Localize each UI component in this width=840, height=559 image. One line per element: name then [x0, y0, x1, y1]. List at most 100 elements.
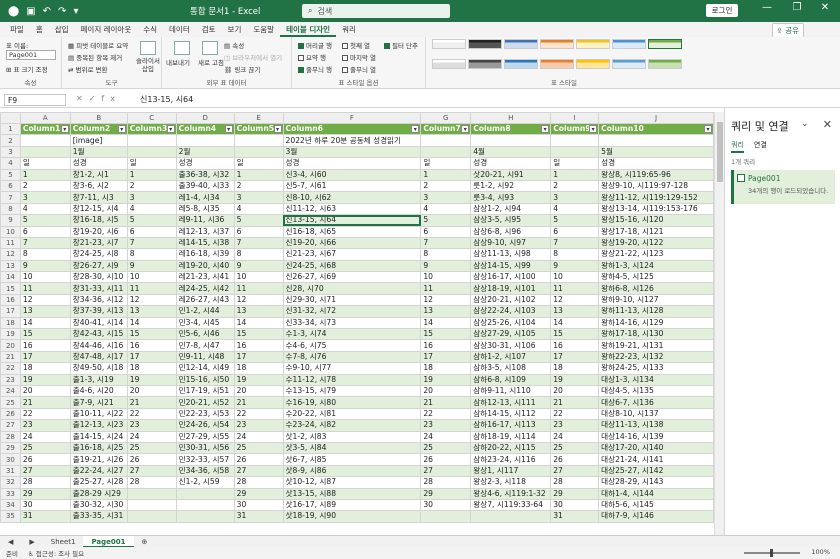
- table-cell[interactable]: 12: [420, 293, 472, 307]
- table-cell[interactable]: 신16-18, 시65: [282, 225, 422, 238]
- table-cell[interactable]: 창49-50, 시18: [69, 362, 128, 375]
- table-cell[interactable]: 2: [420, 179, 472, 193]
- table-cell[interactable]: 대상21-24, 시141: [598, 453, 714, 466]
- row-header[interactable]: 31: [0, 464, 21, 478]
- table-cell[interactable]: 삼상18-19, 시101: [470, 282, 552, 295]
- table-cell[interactable]: 삿10-12, 시87: [282, 476, 422, 489]
- tab-7[interactable]: 보기: [222, 22, 248, 37]
- table-cell[interactable]: 26: [233, 453, 284, 466]
- table-cell[interactable]: 삼상11-13, 시98: [470, 248, 552, 261]
- table-cell[interactable]: 대상1-3, 시134: [598, 373, 714, 387]
- table-cell[interactable]: 왕상11-12, 시119:129-152: [598, 191, 714, 204]
- table-cell[interactable]: 18: [19, 362, 71, 375]
- table-cell[interactable]: 10: [420, 271, 472, 284]
- table-cell[interactable]: 수16-19, 시80: [282, 396, 422, 409]
- table-cell[interactable]: 성경: [470, 157, 552, 170]
- table-cell[interactable]: 대상28-29, 시143: [598, 476, 714, 489]
- table-cell[interactable]: 26: [420, 453, 472, 466]
- table-cell[interactable]: [126, 145, 177, 159]
- column-header[interactable]: D: [175, 112, 235, 124]
- table-header-cell[interactable]: Column6 ▾: [282, 122, 422, 136]
- table-cell[interactable]: 25: [233, 441, 284, 455]
- table-style-swatch[interactable]: [504, 59, 538, 69]
- table-cell[interactable]: 13: [126, 305, 177, 318]
- row-header[interactable]: 5: [0, 168, 21, 181]
- filter-dropdown-icon[interactable]: ▾: [273, 125, 282, 133]
- table-cell[interactable]: 1: [420, 168, 472, 181]
- cancel-icon[interactable]: ✕: [76, 94, 89, 103]
- table-cell[interactable]: 30: [233, 498, 284, 512]
- table-cell[interactable]: 레21-23, 시41: [175, 271, 235, 284]
- table-header-cell[interactable]: Column9 ▾: [550, 122, 600, 136]
- unlink-button[interactable]: ⛓ 링크 끊기: [224, 64, 260, 74]
- table-cell[interactable]: [598, 134, 714, 147]
- table-cell[interactable]: 25: [19, 441, 71, 455]
- table-cell[interactable]: 1: [19, 168, 71, 181]
- nav-left-icon[interactable]: ◀: [0, 536, 21, 548]
- table-cell[interactable]: 21: [420, 396, 472, 409]
- refresh-label[interactable]: 새로 고침: [198, 57, 224, 67]
- table-cell[interactable]: 31: [233, 510, 284, 523]
- table-cell[interactable]: 레1-4, 시34: [175, 191, 235, 204]
- formula-input[interactable]: 신13-15, 시64: [140, 94, 193, 106]
- table-cell[interactable]: 8: [233, 248, 284, 261]
- table-cell[interactable]: 6: [126, 225, 177, 238]
- table-cell[interactable]: 13: [19, 305, 71, 318]
- table-style-swatch[interactable]: [432, 59, 466, 69]
- table-cell[interactable]: 17: [550, 350, 600, 364]
- tab-9[interactable]: 테이블 디자인: [280, 22, 337, 37]
- table-cell[interactable]: 23: [420, 419, 472, 432]
- table-cell[interactable]: 20: [550, 384, 600, 398]
- remove-duplicates-button[interactable]: ▤ 중복된 항목 제거: [68, 52, 122, 62]
- table-cell[interactable]: 왕하11-13, 시128: [598, 305, 714, 318]
- zoom-level[interactable]: 100%: [811, 548, 830, 556]
- tab-5[interactable]: 데이터: [163, 22, 196, 37]
- convert-to-range-button[interactable]: ⇄ 범위로 변환: [68, 64, 107, 74]
- table-cell[interactable]: 3월: [282, 145, 422, 159]
- pivot-summary-button[interactable]: ▦ 피벗 테이블로 요약: [68, 40, 128, 50]
- table-cell[interactable]: 삿1-2, 시83: [282, 430, 422, 443]
- table-cell[interactable]: 28: [420, 476, 472, 489]
- search-box[interactable]: ⌕ 검색: [302, 4, 450, 18]
- table-header-cell[interactable]: Column8 ▾: [470, 122, 552, 136]
- export-label[interactable]: 내보내기: [166, 57, 190, 67]
- table-cell[interactable]: 창3-6, 시2: [69, 179, 128, 193]
- open-browser-button[interactable]: ◫ 브라우저에서 열기: [224, 52, 282, 62]
- table-cell[interactable]: 삿8-9, 시86: [282, 464, 422, 478]
- table-cell[interactable]: 대상25-27, 시142: [598, 464, 714, 478]
- table-cell[interactable]: 19: [126, 373, 177, 387]
- export-icon[interactable]: [174, 41, 190, 55]
- tab-1[interactable]: 홈: [30, 22, 49, 37]
- table-cell[interactable]: 민12-14, 시49: [175, 362, 235, 375]
- table-cell[interactable]: 7: [19, 236, 71, 250]
- table-cell[interactable]: [233, 145, 284, 159]
- row-header[interactable]: 33: [0, 487, 21, 500]
- table-cell[interactable]: 창12-15, 시4: [69, 202, 128, 216]
- table-cell[interactable]: 16: [420, 339, 472, 352]
- table-cell[interactable]: 신19-20, 시66: [282, 236, 422, 250]
- table-cell[interactable]: [470, 510, 552, 523]
- table-cell[interactable]: 창26-27, 시9: [69, 259, 128, 273]
- table-cell[interactable]: 레16-18, 시39: [175, 248, 235, 261]
- column-header[interactable]: J: [598, 112, 714, 124]
- table-cell[interactable]: 27: [233, 464, 284, 478]
- table-cell[interactable]: 25: [126, 441, 177, 455]
- table-cell[interactable]: 16: [19, 339, 71, 352]
- row-header[interactable]: 9: [0, 214, 21, 227]
- tab-0[interactable]: 파일: [4, 22, 30, 37]
- table-cell[interactable]: 17: [126, 350, 177, 364]
- table-header-cell[interactable]: Column5 ▾: [233, 122, 284, 136]
- table-cell[interactable]: 5: [233, 214, 284, 227]
- table-cell[interactable]: 왕하24-25, 시133: [598, 362, 714, 375]
- table-cell[interactable]: 14: [233, 316, 284, 330]
- table-cell[interactable]: 출4-6, 시20: [69, 384, 128, 398]
- column-header[interactable]: G: [420, 112, 472, 124]
- table-cell[interactable]: 5월: [598, 145, 714, 159]
- table-cell[interactable]: 출33-35, 시31: [69, 510, 128, 523]
- row-header[interactable]: 1: [0, 122, 21, 136]
- resize-table-button[interactable]: ⊞ 표 크기 조정: [6, 64, 48, 74]
- table-cell[interactable]: 왕하9-10, 시127: [598, 293, 714, 307]
- filter-dropdown-icon[interactable]: ▾: [60, 125, 69, 133]
- close-icon[interactable]: ✕: [823, 118, 832, 131]
- table-style-swatch[interactable]: [540, 59, 574, 69]
